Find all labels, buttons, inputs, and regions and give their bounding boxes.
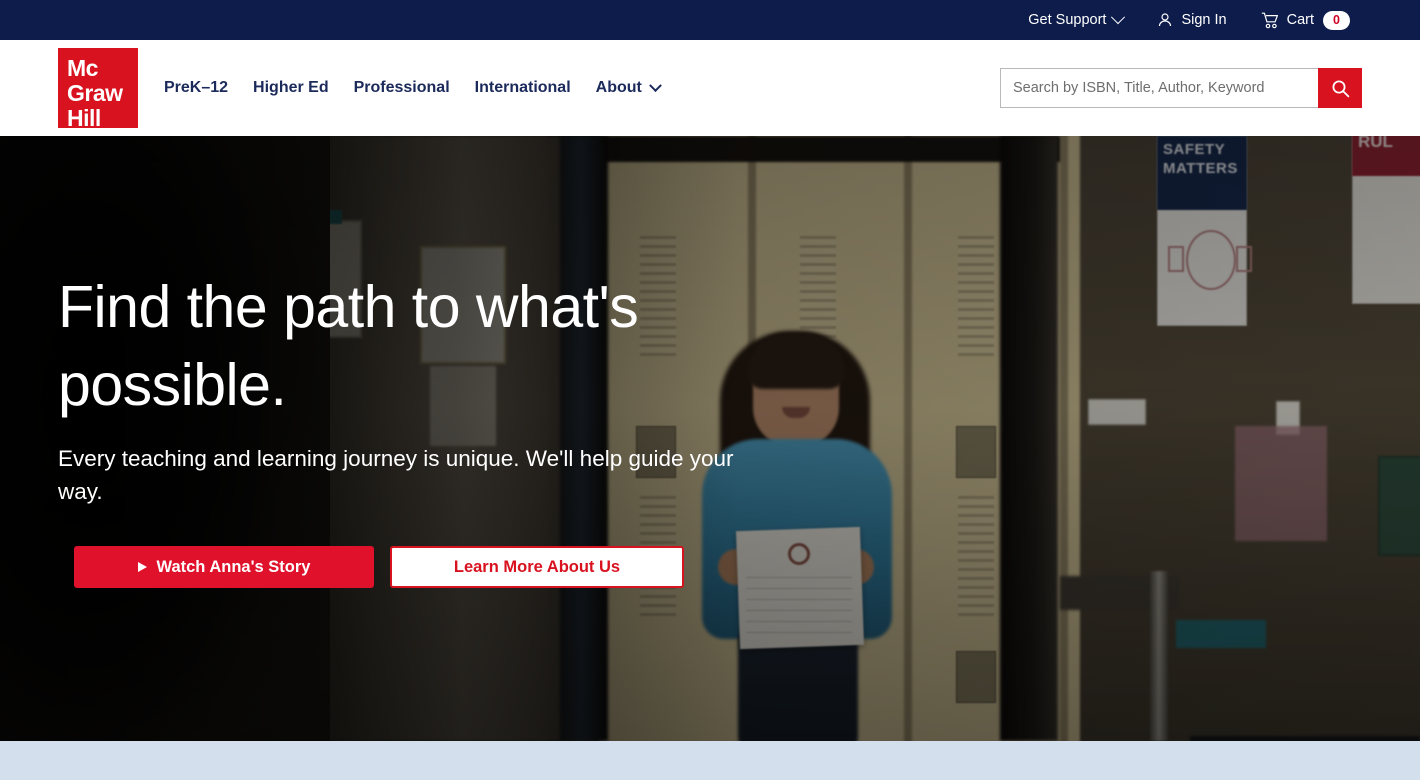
hero-subtitle: Every teaching and learning journey is u… xyxy=(58,446,734,504)
hero-content: Find the path to what's possible. Every … xyxy=(58,268,738,588)
watch-anna-story-label: Watch Anna's Story xyxy=(156,557,311,576)
page-section-divider xyxy=(0,741,1420,780)
hero-banner: SAFETY MATTERS RUL xyxy=(0,136,1420,741)
nav-label: PreK–12 xyxy=(164,79,229,96)
site-search xyxy=(1000,68,1362,108)
sign-in-link[interactable]: Sign In xyxy=(1157,11,1227,28)
search-submit-button[interactable] xyxy=(1318,68,1362,108)
nav-item-international[interactable]: International xyxy=(475,79,571,97)
cart-label: Cart xyxy=(1286,11,1314,28)
utility-top-bar: Get Support Sign In Cart 0 xyxy=(0,0,1420,40)
nav-label: Higher Ed xyxy=(253,79,329,96)
chevron-down-icon xyxy=(1111,10,1126,25)
main-header: Mc Graw Hill PreK–12 Higher Ed Professio… xyxy=(0,40,1420,136)
person-icon xyxy=(1159,13,1172,27)
nav-label: International xyxy=(474,79,571,96)
nav-label: Professional xyxy=(353,79,450,96)
cart-count-badge: 0 xyxy=(1323,10,1350,30)
nav-item-prek12[interactable]: PreK–12 xyxy=(164,79,228,97)
get-support-label: Get Support xyxy=(1028,11,1107,28)
shopping-cart-icon xyxy=(1261,12,1278,28)
nav-item-about[interactable]: About xyxy=(595,78,662,97)
chevron-down-icon xyxy=(648,78,662,92)
logo-line-3: Hill xyxy=(67,105,101,131)
nav-item-higher-ed[interactable]: Higher Ed xyxy=(253,79,329,97)
page-root: Get Support Sign In Cart 0 Mc Graw Hill xyxy=(0,0,1420,780)
mcgraw-hill-logo[interactable]: Mc Graw Hill xyxy=(58,48,138,131)
learn-more-about-us-button[interactable]: Learn More About Us xyxy=(390,546,684,588)
nav-label: About xyxy=(595,79,642,96)
cart-link[interactable]: Cart 0 xyxy=(1261,10,1350,30)
nav-item-professional[interactable]: Professional xyxy=(354,79,450,97)
get-support-menu[interactable]: Get Support xyxy=(1028,10,1126,28)
search-icon xyxy=(1332,80,1349,97)
search-input[interactable] xyxy=(1000,68,1318,108)
learn-more-about-us-label: Learn More About Us xyxy=(453,557,621,576)
hero-cta-group: Watch Anna's Story Learn More About Us xyxy=(58,546,738,588)
hero-title: Find the path to what's possible. xyxy=(58,274,639,418)
play-icon xyxy=(137,562,147,572)
logo-line-2: Graw xyxy=(67,80,123,106)
logo-line-1: Mc xyxy=(67,55,98,81)
primary-navigation: PreK–12 Higher Ed Professional Internati… xyxy=(164,40,662,136)
watch-anna-story-button[interactable]: Watch Anna's Story xyxy=(74,546,374,588)
sign-in-label: Sign In xyxy=(1181,11,1227,28)
